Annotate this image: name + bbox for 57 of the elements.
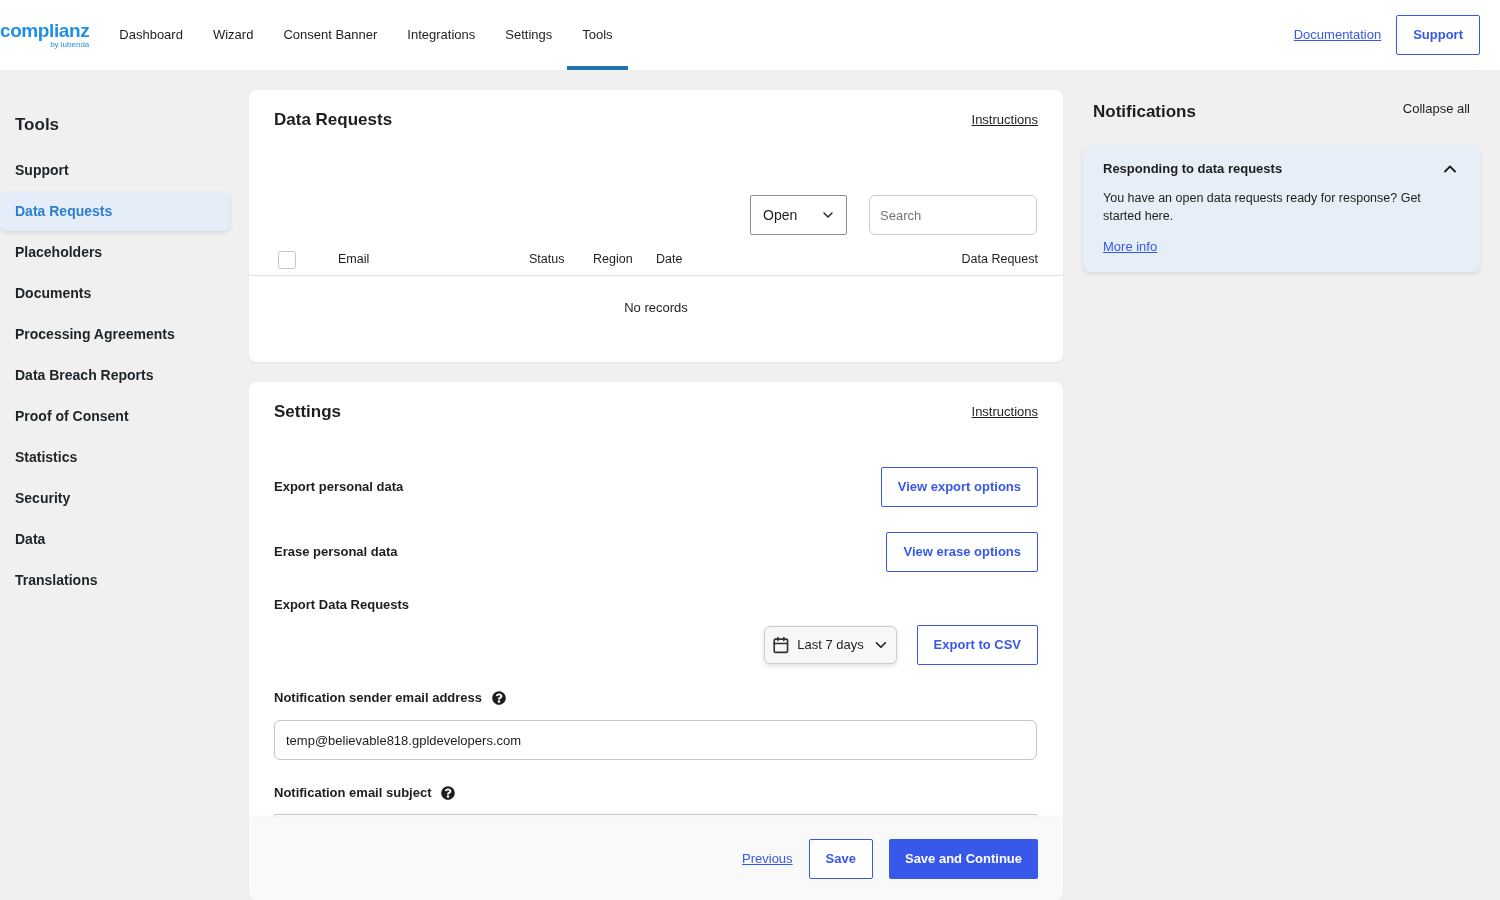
field-label: Notification sender email address	[274, 690, 483, 706]
column-header: Region	[593, 251, 634, 269]
sidebar-title: Tools	[14, 114, 61, 136]
nav-tab[interactable]: Integrations	[392, 0, 491, 70]
sidebar-item[interactable]: Processing Agreements	[0, 315, 230, 354]
export-button[interactable]: Export to CSV	[916, 625, 1038, 665]
save-button[interactable]: Save	[808, 839, 873, 879]
calendar-icon	[771, 636, 790, 654]
logo-wordmark: complianz	[0, 21, 90, 40]
help-icon[interactable]	[441, 786, 456, 800]
collapse-all-button[interactable]: Collapse all	[1402, 100, 1470, 118]
field-label: Erase personal data	[274, 543, 398, 562]
instructions-link[interactable]: Instructions	[971, 400, 1038, 424]
more-info-link[interactable]: More info	[1103, 238, 1158, 256]
nav-tab[interactable]: Dashboard	[104, 0, 198, 70]
column-header: Data Request	[961, 251, 1038, 269]
sidebar-item[interactable]: Placeholders	[0, 233, 230, 272]
notifications-title: Notifications	[1093, 101, 1196, 123]
sidebar-item[interactable]: Data	[0, 520, 230, 559]
notification-text: You have an open data requests ready for response? Get started here.	[1103, 190, 1422, 225]
instructions-link[interactable]: Instructions	[971, 108, 1038, 132]
sidebar-item[interactable]: Proof of Consent	[0, 397, 230, 436]
card-title: Settings	[274, 401, 342, 423]
column-header: Date	[656, 251, 684, 269]
sidebar-item[interactable]: Data Breach Reports	[0, 356, 230, 395]
save-continue-button[interactable]: Save and Continue	[888, 839, 1038, 879]
nav-tab[interactable]: Tools	[567, 0, 628, 70]
input-field[interactable]: temp@believable818.gpldevelopers.com	[274, 720, 1037, 760]
support-button[interactable]: Support	[1396, 15, 1480, 55]
column-header: Email	[338, 251, 371, 269]
search-field[interactable]: Search	[869, 195, 1037, 235]
select-all-checkbox[interactable]	[278, 250, 296, 269]
logo-tagline: by iubenda	[50, 39, 90, 49]
column-header: Status	[529, 251, 566, 269]
sidebar-item[interactable]: Documents	[0, 274, 230, 313]
status-select[interactable]: Open	[750, 195, 847, 235]
notification-title: Responding to data requests	[1103, 160, 1283, 179]
previous-link[interactable]: Previous	[742, 849, 793, 869]
nav-tab[interactable]: Settings	[490, 0, 568, 70]
field-label: Export personal data	[274, 478, 404, 497]
sidebar-item[interactable]: Support	[0, 151, 230, 190]
field-label: Export Data Requests	[274, 597, 410, 613]
sidebar-item[interactable]: Statistics	[0, 438, 230, 477]
help-icon[interactable]	[492, 691, 507, 705]
field-label: Notification email subject	[274, 785, 432, 801]
sidebar-item[interactable]: Data Requests	[0, 192, 230, 231]
documentation-link[interactable]: Documentation	[1293, 25, 1382, 45]
input-field[interactable]	[274, 814, 1037, 817]
nav-tab[interactable]: Consent Banner	[268, 0, 393, 70]
card-title: Data Requests	[274, 109, 393, 131]
empty-message: No records	[624, 300, 688, 315]
date-range-select[interactable]: Last 7 days	[763, 626, 897, 664]
sidebar-item[interactable]: Translations	[0, 561, 230, 600]
outline-button[interactable]: View export options	[880, 467, 1038, 507]
nav-tab[interactable]: Wizard	[197, 0, 269, 70]
outline-button[interactable]: View erase options	[886, 532, 1038, 572]
sidebar-item[interactable]: Security	[0, 479, 230, 518]
